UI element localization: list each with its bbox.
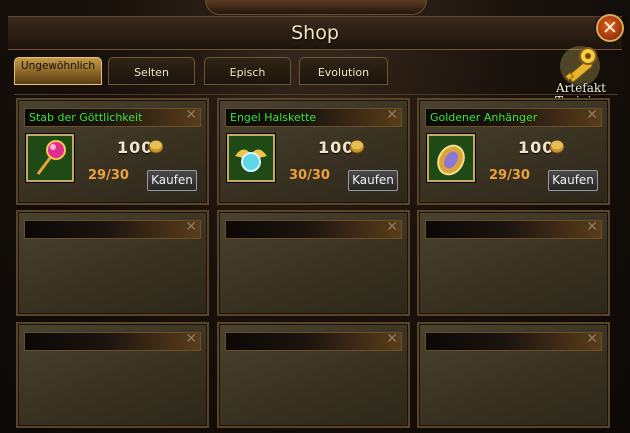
cross-decoration-icon: ✕ [185, 107, 197, 123]
item-name-bar: Goldener Anhänger ✕ [425, 107, 602, 127]
empty-shop-slot: ✕ [417, 322, 610, 428]
tab-ungewoehnlich[interactable]: Ungewöhnlich [14, 57, 102, 85]
tab-ungewoehnlich-label: Ungewöhnlich [20, 60, 96, 72]
empty-shop-slot: ✕ [417, 210, 610, 316]
staff-icon[interactable] [26, 134, 74, 182]
item-name-bar: Engel Halskette ✕ [225, 107, 402, 127]
gold-coin-icon [549, 140, 565, 154]
buy-button[interactable]: Kaufen [348, 170, 398, 191]
winged-necklace-icon[interactable] [227, 134, 275, 182]
empty-shop-slot: ✕ [217, 322, 410, 428]
empty-name-bar: ✕ [425, 219, 602, 239]
top-ornament [205, 0, 427, 15]
cross-decoration-icon: ✕ [185, 331, 197, 347]
title-bar: Shop [8, 16, 622, 50]
item-stock: 30/30 [289, 168, 330, 183]
empty-name-bar: ✕ [425, 331, 602, 351]
empty-shop-slot: ✕ [217, 210, 410, 316]
tab-episch[interactable]: Episch [204, 57, 291, 85]
cross-decoration-icon: ✕ [586, 331, 598, 347]
close-button[interactable]: ✕ [596, 14, 624, 42]
empty-name-bar: ✕ [225, 219, 402, 239]
tab-selten-label: Selten [134, 66, 169, 79]
window-title: Shop [291, 22, 339, 44]
item-stock: 29/30 [88, 168, 129, 183]
empty-shop-slot: ✕ [16, 322, 209, 428]
cross-decoration-icon: ✕ [586, 219, 598, 235]
shop-grid: Stab der Göttlichkeit ✕ 100 29/30 Kaufen… [14, 94, 618, 430]
empty-name-bar: ✕ [24, 331, 201, 351]
tab-selten[interactable]: Selten [108, 57, 195, 85]
gold-coin-icon [148, 140, 164, 154]
tab-evolution[interactable]: Evolution [299, 57, 388, 85]
item-name: Stab der Göttlichkeit [29, 111, 143, 124]
shop-item-card: Goldener Anhänger ✕ 100 29/30 Kaufen [417, 98, 610, 205]
shop-item-card: Engel Halskette ✕ 100 30/30 Kaufen [217, 98, 410, 205]
cross-decoration-icon: ✕ [386, 219, 398, 235]
cross-decoration-icon: ✕ [386, 331, 398, 347]
tab-episch-label: Episch [229, 66, 266, 79]
shop-window: Shop ✕ Ungewöhnlich Selten Episch Evolut… [0, 0, 630, 433]
tab-evolution-label: Evolution [317, 66, 370, 79]
empty-name-bar: ✕ [24, 219, 201, 239]
cross-decoration-icon: ✕ [586, 107, 598, 123]
item-name-bar: Stab der Göttlichkeit ✕ [24, 107, 201, 127]
buy-button[interactable]: Kaufen [147, 170, 197, 191]
item-name: Goldener Anhänger [430, 111, 538, 124]
cross-decoration-icon: ✕ [185, 219, 197, 235]
item-stock: 29/30 [489, 168, 530, 183]
gold-coin-icon [349, 140, 365, 154]
close-icon: ✕ [602, 17, 618, 39]
item-name: Engel Halskette [230, 111, 317, 124]
tab-bar: Ungewöhnlich Selten Episch Evolution [12, 57, 388, 86]
shop-item-card: Stab der Göttlichkeit ✕ 100 29/30 Kaufen [16, 98, 209, 205]
empty-shop-slot: ✕ [16, 210, 209, 316]
cross-decoration-icon: ✕ [386, 107, 398, 123]
golden-pendant-icon[interactable] [427, 134, 475, 182]
empty-name-bar: ✕ [225, 331, 402, 351]
buy-button[interactable]: Kaufen [548, 170, 598, 191]
